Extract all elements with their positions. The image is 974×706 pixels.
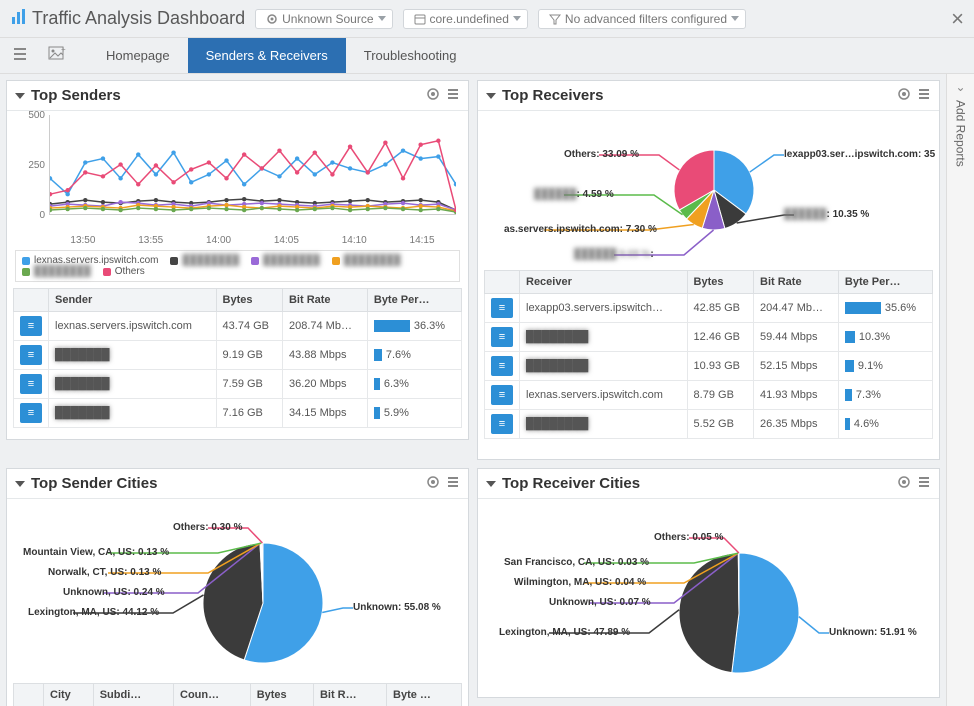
table-row[interactable]: ≡ ███████ 7.59 GB36.20 Mbps 6.3% — [14, 370, 462, 399]
sender-cities-table: CitySubdi…Coun…BytesBit R…Byte … — [13, 683, 462, 706]
tab-homepage[interactable]: Homepage — [88, 38, 188, 73]
collapse-icon[interactable] — [15, 93, 25, 99]
table-row[interactable]: ≡ ████████ 10.93 GB52.15 Mbps 9.1% — [485, 352, 933, 381]
pie-chart: Unknown: 55.08 %Lexington, MA, US: 44.12… — [13, 503, 462, 683]
row-menu-icon[interactable]: ≡ — [20, 316, 42, 336]
row-menu-icon[interactable]: ≡ — [491, 414, 513, 434]
table-row[interactable]: ≡ ████████ 12.46 GB59.44 Mbps 10.3% — [485, 323, 933, 352]
filter-icon — [549, 13, 561, 25]
add-image-icon[interactable]: + — [42, 42, 72, 69]
tab-bar: + Homepage Senders & Receivers Troublesh… — [0, 38, 974, 74]
panel-title: Top Senders — [31, 87, 121, 104]
gear-icon[interactable] — [897, 475, 911, 492]
menu-icon[interactable] — [8, 43, 36, 68]
svg-text:+: + — [61, 46, 66, 54]
list-icon[interactable] — [917, 87, 931, 104]
panel-top-receivers: Top Receivers lexapp03.ser…ipswitch.com:… — [477, 80, 940, 460]
tabs: Homepage Senders & Receivers Troubleshoo… — [88, 38, 474, 73]
gear-icon[interactable] — [897, 87, 911, 104]
row-menu-icon[interactable]: ≡ — [20, 374, 42, 394]
panel-top-sender-cities: Top Sender Cities Unknown: 55.08 %Lexing… — [6, 468, 469, 706]
gear-icon — [266, 13, 278, 25]
row-menu-icon[interactable]: ≡ — [20, 345, 42, 365]
tab-senders-receivers[interactable]: Senders & Receivers — [188, 38, 346, 73]
calendar-icon — [414, 13, 426, 25]
chevron-down-icon: ⌄ — [955, 80, 965, 94]
core-filter[interactable]: core.undefined — [403, 9, 528, 29]
panel-title: Top Sender Cities — [31, 475, 157, 492]
panel-top-senders: Top Senders Rate in Mbps 500 250 0 13:50… — [6, 80, 469, 440]
adv-filter[interactable]: No advanced filters configured — [538, 9, 746, 29]
table-row[interactable]: ≡ lexnas.servers.ipswitch.com 43.74 GB20… — [14, 312, 462, 341]
collapse-icon[interactable] — [486, 93, 496, 99]
list-icon[interactable] — [446, 475, 460, 492]
collapse-icon[interactable] — [15, 481, 25, 487]
app-icon — [10, 8, 28, 29]
panel-top-receiver-cities: Top Receiver Cities Unknown: 51.91 %Lexi… — [477, 468, 940, 698]
senders-table: SenderBytesBit RateByte Per… ≡ lexnas.se… — [13, 288, 462, 428]
chart-legend: lexnas.servers.ipswitch.com█████████████… — [15, 250, 460, 282]
line-chart: 500 250 0 — [49, 115, 456, 235]
list-icon[interactable] — [446, 87, 460, 104]
close-icon[interactable]: × — [951, 6, 964, 32]
row-menu-icon[interactable]: ≡ — [491, 298, 513, 318]
gear-icon[interactable] — [426, 87, 440, 104]
table-row[interactable]: ≡ lexapp03.servers.ipswitch… 42.85 GB204… — [485, 294, 933, 323]
source-filter[interactable]: Unknown Source — [255, 9, 392, 29]
tab-troubleshooting[interactable]: Troubleshooting — [346, 38, 475, 73]
row-menu-icon[interactable]: ≡ — [491, 385, 513, 405]
pie-chart: lexapp03.ser…ipswitch.com: 35██████: 10.… — [484, 115, 933, 270]
add-reports-label: Add Reports — [954, 100, 968, 167]
panel-title: Top Receiver Cities — [502, 475, 640, 492]
page-title: Traffic Analysis Dashboard — [32, 8, 245, 29]
pie-chart: Unknown: 51.91 %Lexington, MA, US: 47.89… — [484, 503, 933, 688]
row-menu-icon[interactable]: ≡ — [491, 356, 513, 376]
sidebar-right[interactable]: ⌄ Add Reports — [946, 74, 974, 706]
top-bar: Traffic Analysis Dashboard Unknown Sourc… — [0, 0, 974, 38]
table-row[interactable]: ≡ ███████ 7.16 GB34.15 Mbps 5.9% — [14, 399, 462, 428]
panel-title: Top Receivers — [502, 87, 603, 104]
table-row[interactable]: ≡ ███████ 9.19 GB43.88 Mbps 7.6% — [14, 341, 462, 370]
receivers-table: ReceiverBytesBit RateByte Per… ≡ lexapp0… — [484, 270, 933, 439]
table-row[interactable]: ≡ ████████ 5.52 GB26.35 Mbps 4.6% — [485, 410, 933, 439]
table-row[interactable]: ≡ lexnas.servers.ipswitch.com 8.79 GB41.… — [485, 381, 933, 410]
row-menu-icon[interactable]: ≡ — [20, 403, 42, 423]
row-menu-icon[interactable]: ≡ — [491, 327, 513, 347]
gear-icon[interactable] — [426, 475, 440, 492]
list-icon[interactable] — [917, 475, 931, 492]
x-axis-labels: 13:5013:5514:0014:0514:1014:15 — [49, 235, 456, 246]
collapse-icon[interactable] — [486, 481, 496, 487]
